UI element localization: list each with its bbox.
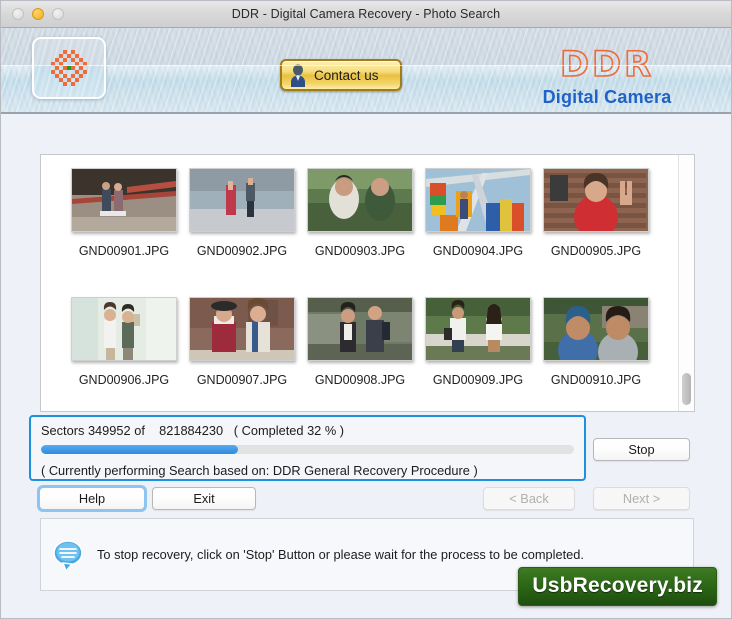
photo-thumbnail-gnd00910[interactable] <box>543 297 649 361</box>
photo-thumbnail-gnd00908[interactable] <box>307 297 413 361</box>
info-message: To stop recovery, click on 'Stop' Button… <box>97 547 584 562</box>
photo-thumbnail-gnd00906[interactable] <box>71 297 177 361</box>
photo-thumbnail-gnd00901[interactable] <box>71 168 177 232</box>
thumbnail-filename: GND00901.JPG <box>78 244 170 258</box>
stop-button[interactable]: Stop <box>593 438 690 461</box>
thumbnail-filename: GND00903.JPG <box>314 244 406 258</box>
speech-bubble-info-icon <box>53 539 83 572</box>
brand-logo-subtitle: Digital Camera <box>542 87 672 107</box>
thumbnail-filename: GND00905.JPG <box>550 244 642 258</box>
thumbnail-cell[interactable]: GND00907.JPG <box>183 284 301 411</box>
thumbnail-cell[interactable]: GND00908.JPG <box>301 284 419 411</box>
sector-progress-text: Sectors 349952 of 821884230 ( Completed … <box>41 423 345 438</box>
contact-us-label: Contact us <box>314 67 379 83</box>
thumbnail-cell[interactable]: GND00904.JPG <box>419 155 537 284</box>
thumbnail-cell[interactable]: GND00909.JPG <box>419 284 537 411</box>
photo-thumbnail-panel[interactable]: GND00901.JPG GND00902.JPG GND00903.JPG G… <box>40 154 695 412</box>
brand-logo-title: DDR <box>559 45 655 85</box>
watermark-badge: UsbRecovery.biz <box>518 567 717 606</box>
thumbnail-filename: GND00908.JPG <box>314 373 406 387</box>
thumbnail-cell[interactable]: GND00905.JPG <box>537 155 655 284</box>
application-window: DDR - Digital Camera Recovery - Photo Se… <box>0 0 732 619</box>
header-banner: Contact us DDR Digital Camera <box>1 28 731 114</box>
thumbnail-cell[interactable]: GND00910.JPG <box>537 284 655 411</box>
back-button: < Back <box>483 487 575 510</box>
thumbnail-filename: GND00906.JPG <box>78 373 170 387</box>
brand-logo: DDR Digital Camera <box>507 45 707 108</box>
person-icon <box>291 64 305 87</box>
photo-thumbnail-gnd00903[interactable] <box>307 168 413 232</box>
thumbnail-scrollbar[interactable] <box>678 155 694 411</box>
thumbnail-filename: GND00902.JPG <box>196 244 288 258</box>
app-icon-frame <box>32 37 106 99</box>
exit-button[interactable]: Exit <box>152 487 256 510</box>
thumbnail-scrollbar-thumb[interactable] <box>682 373 691 405</box>
thumbnail-cell[interactable]: GND00903.JPG <box>301 155 419 284</box>
current-operation-text: ( Currently performing Search based on: … <box>41 463 478 478</box>
thumbnail-row: GND00901.JPG GND00902.JPG GND00903.JPG G… <box>41 155 694 284</box>
window-title: DDR - Digital Camera Recovery - Photo Se… <box>231 7 501 21</box>
photo-thumbnail-gnd00907[interactable] <box>189 297 295 361</box>
thumbnail-filename: GND00904.JPG <box>432 244 524 258</box>
photo-thumbnail-gnd00905[interactable] <box>543 168 649 232</box>
thumbnail-cell[interactable]: GND00901.JPG <box>65 155 183 284</box>
thumbnail-cell[interactable]: GND00906.JPG <box>65 284 183 411</box>
thumbnail-filename: GND00907.JPG <box>196 373 288 387</box>
thumbnail-filename: GND00909.JPG <box>432 373 524 387</box>
thumbnail-cell[interactable]: GND00902.JPG <box>183 155 301 284</box>
thumbnail-filename: GND00910.JPG <box>550 373 642 387</box>
photo-thumbnail-gnd00904[interactable] <box>425 168 531 232</box>
contact-us-button[interactable]: Contact us <box>280 59 402 91</box>
next-button: Next > <box>593 487 690 510</box>
photo-thumbnail-gnd00902[interactable] <box>189 168 295 232</box>
window-titlebar: DDR - Digital Camera Recovery - Photo Se… <box>1 1 731 28</box>
thumbnail-row: GND00906.JPG GND00907.JPG GND00908.JPG G… <box>41 284 694 411</box>
progress-panel: Sectors 349952 of 821884230 ( Completed … <box>29 415 586 481</box>
progress-bar-track <box>41 445 574 454</box>
progress-bar-fill <box>41 445 239 454</box>
photo-thumbnail-gnd00909[interactable] <box>425 297 531 361</box>
help-button[interactable]: Help <box>37 485 147 512</box>
checkered-flower-icon <box>51 50 87 86</box>
